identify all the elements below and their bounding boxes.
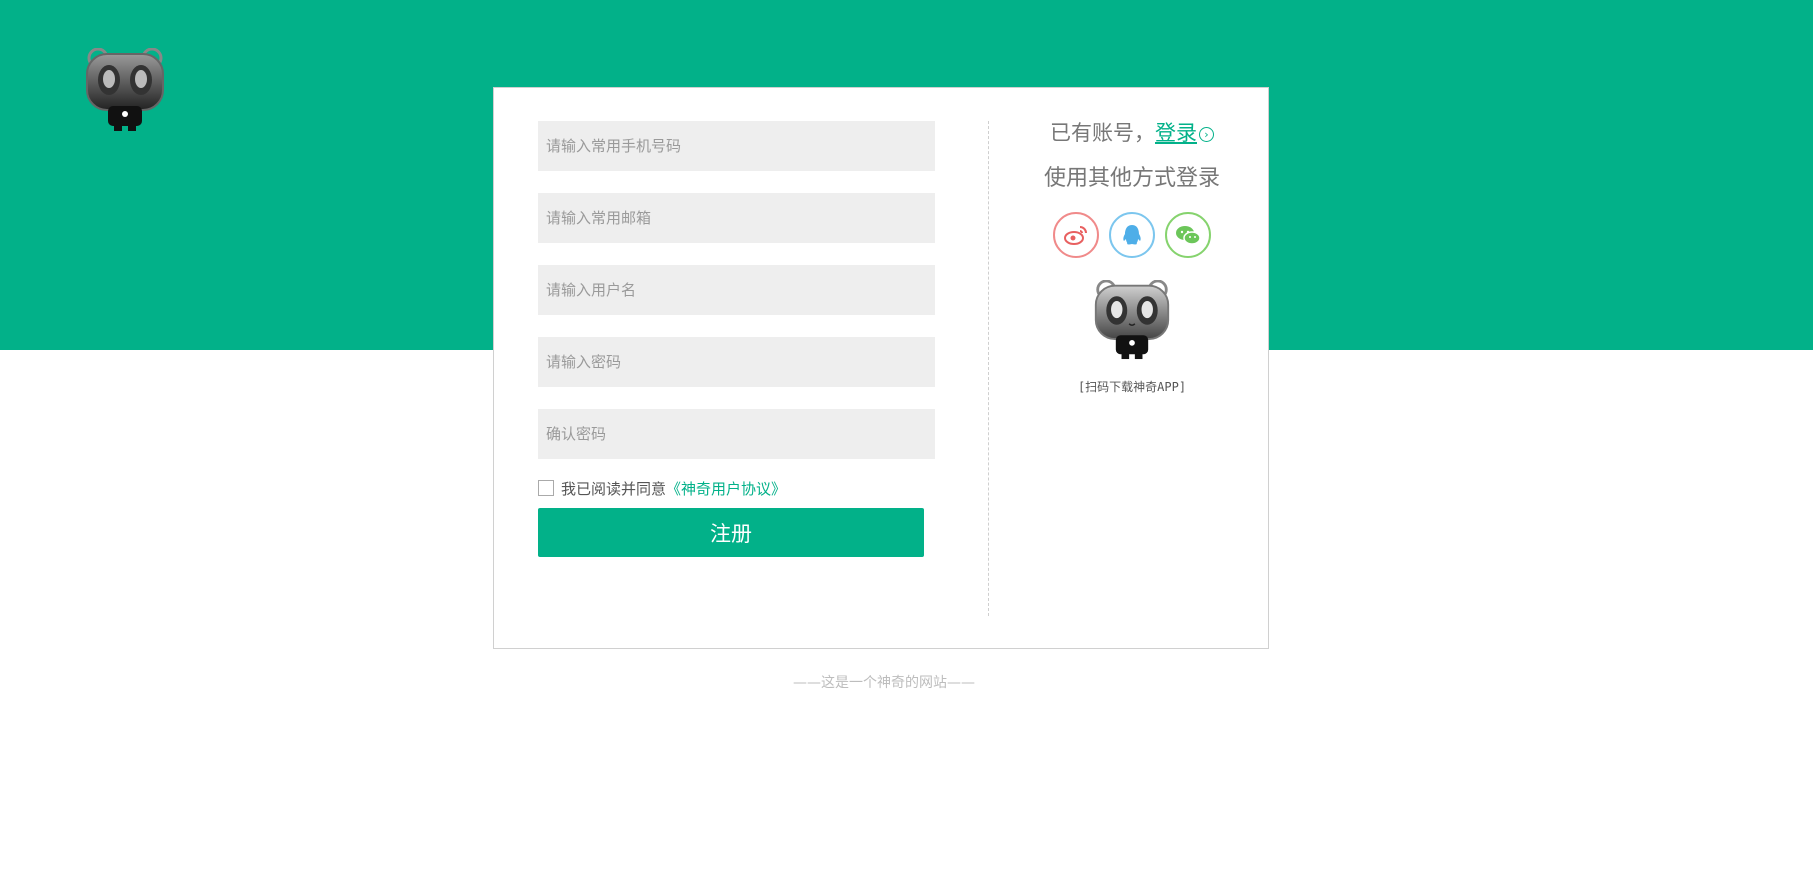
agree-text: 我已阅读并同意 [561, 479, 667, 498]
qq-icon [1123, 225, 1141, 245]
column-divider [988, 121, 989, 616]
user-agreement-link[interactable]: 《神奇用户协议》 [666, 478, 786, 499]
phone-input[interactable] [538, 121, 935, 171]
panda-logo-icon[interactable] [84, 48, 166, 132]
side-panel: 已有账号，登录 › 使用其他方式登录 [扫码下载神奇APP] [994, 118, 1270, 395]
other-login-title: 使用其他方式登录 [1043, 166, 1220, 191]
username-input[interactable] [538, 265, 935, 315]
register-card: 我已阅读并同意 《神奇用户协议》 注册 已有账号，登录› 使用其他方式登录 [493, 87, 1269, 649]
footer-text: ——这是一个神奇的网站—— [793, 675, 975, 691]
login-link[interactable]: 登录 [1155, 121, 1197, 145]
email-input[interactable] [538, 193, 935, 243]
password-input[interactable] [538, 337, 935, 387]
arrow-right-circle-icon[interactable]: › [1199, 127, 1214, 142]
register-button[interactable]: 注册 [538, 508, 924, 557]
panda-app-qr-icon [1094, 280, 1170, 360]
wechat-button[interactable] [1165, 212, 1211, 258]
have-account-line: 已有账号，登录 › [994, 118, 1270, 148]
agree-checkbox[interactable] [538, 480, 554, 496]
confirm-password-input[interactable] [538, 409, 935, 459]
social-login-row [994, 212, 1270, 258]
agreement-row: 我已阅读并同意 《神奇用户协议》 [538, 478, 786, 498]
have-account-text: 已有账号， [1050, 121, 1155, 145]
register-form [538, 121, 935, 481]
scan-download-text: [扫码下载神奇APP] [1077, 380, 1187, 394]
wechat-icon [1176, 226, 1201, 245]
qq-button[interactable] [1109, 212, 1155, 258]
weibo-button[interactable] [1053, 212, 1099, 258]
weibo-icon [1064, 226, 1087, 245]
